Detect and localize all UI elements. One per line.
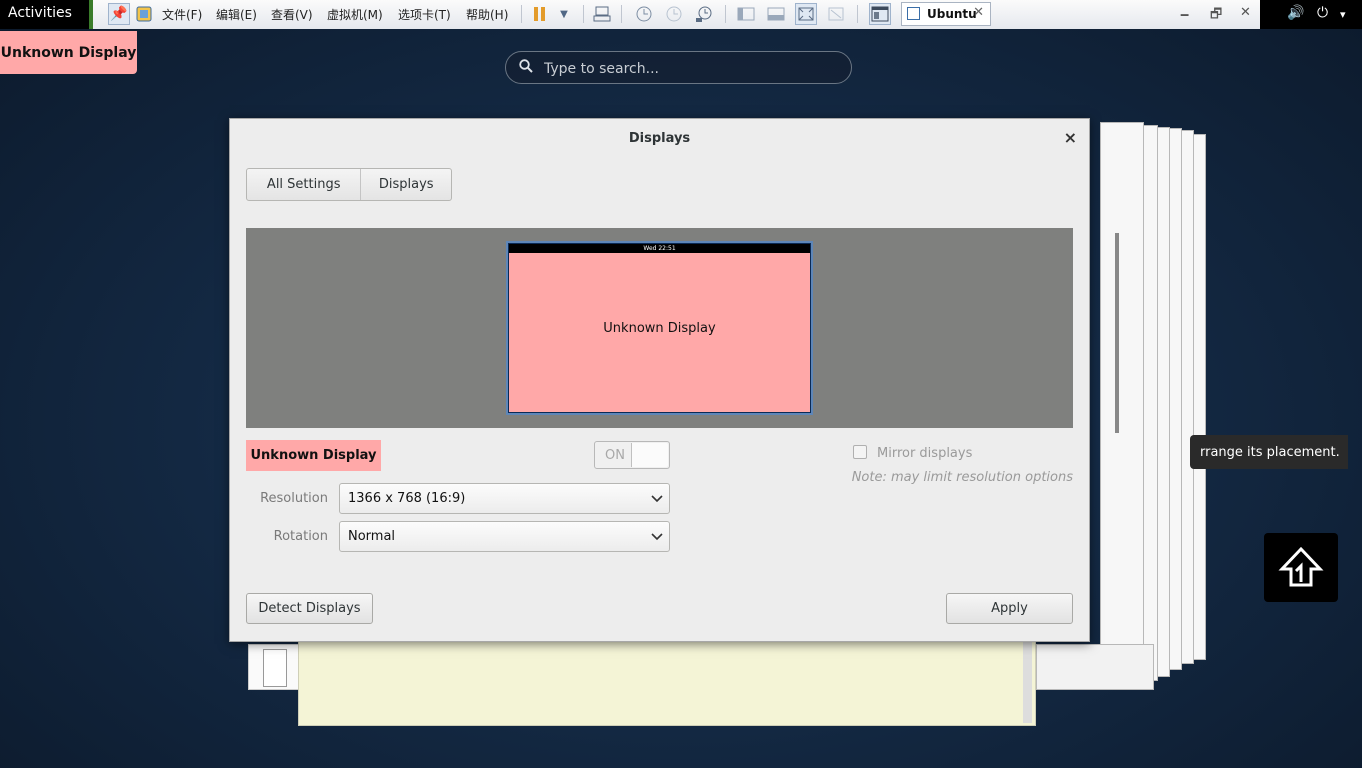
unity-mode-icon[interactable]	[825, 3, 847, 25]
toolbar-separator	[521, 5, 522, 23]
menu-vm[interactable]: 虚拟机(M)	[327, 6, 383, 23]
volume-icon[interactable]: 🔊	[1287, 5, 1304, 21]
pause-dropdown-icon[interactable]: ▼	[553, 3, 575, 25]
arrange-tooltip: rrange its placement.	[1190, 435, 1348, 469]
breadcrumb-displays[interactable]: Displays	[361, 169, 451, 200]
menu-file[interactable]: 文件(F)	[162, 6, 202, 23]
tab-ubuntu-label: Ubuntu	[927, 7, 977, 21]
pin-icon[interactable]: 📌	[108, 3, 130, 25]
rotation-value: Normal	[348, 529, 396, 544]
display-arrangement-area[interactable]: Wed 22:51 Unknown Display	[246, 228, 1073, 428]
close-icon[interactable]: ✕	[1240, 5, 1251, 20]
resolution-value: 1366 x 768 (16:9)	[348, 491, 466, 506]
display-name-label: Unknown Display	[246, 440, 381, 471]
send-keys-icon[interactable]	[591, 3, 613, 25]
power-icon[interactable]: ⏻	[1317, 5, 1328, 21]
notes-scrollbar[interactable]	[1023, 641, 1032, 723]
chevron-down-icon	[651, 495, 663, 503]
vm-logo-icon[interactable]	[133, 3, 155, 25]
tab-ubuntu[interactable]: Ubuntu ✕	[901, 2, 991, 26]
chevron-down-icon	[651, 533, 663, 541]
library-icon[interactable]	[869, 3, 891, 25]
power-menu-arrow-icon[interactable]: ▾	[1340, 8, 1346, 21]
activities-button[interactable]: Activities	[8, 5, 72, 21]
search-input[interactable]	[542, 58, 836, 80]
toolbar-separator	[583, 5, 584, 23]
detect-displays-button[interactable]: Detect Displays	[246, 593, 373, 624]
apply-button[interactable]: Apply	[946, 593, 1073, 624]
restore-icon[interactable]: 🗗	[1210, 5, 1222, 27]
top-bar: Activities 📌 文件(F) 编辑(E) 查看(V) 虚拟机(M) 选项…	[0, 0, 1362, 29]
display-on-switch[interactable]: ON	[594, 441, 670, 469]
displays-dialog: Displays × All Settings Displays Wed 22:…	[229, 118, 1090, 642]
stacked-window-small[interactable]	[248, 644, 300, 690]
breadcrumb: All Settings Displays	[246, 168, 452, 201]
menu-view[interactable]: 查看(V)	[271, 6, 313, 23]
breadcrumb-all-settings[interactable]: All Settings	[247, 169, 362, 200]
thumbnail-view-icon[interactable]	[765, 3, 787, 25]
switch-knob[interactable]	[631, 443, 668, 467]
resolution-label: Resolution	[260, 491, 328, 506]
document-icon	[263, 649, 287, 687]
scrollbar[interactable]	[1115, 233, 1119, 433]
rotation-dropdown[interactable]: Normal	[339, 521, 670, 552]
dialog-title: Displays	[628, 131, 691, 146]
mirror-displays-checkbox[interactable]	[853, 445, 867, 459]
minimize-icon[interactable]: 🗕	[1180, 5, 1189, 27]
stacked-window[interactable]	[1036, 644, 1154, 690]
switch-state-label: ON	[605, 448, 625, 463]
pause-icon[interactable]	[529, 3, 551, 25]
mirror-note: Note: may limit resolution options	[851, 470, 1073, 485]
vm-toolbar: 📌 文件(F) 编辑(E) 查看(V) 虚拟机(M) 选项卡(T) 帮助(H) …	[89, 0, 1260, 29]
mirror-displays-label[interactable]: Mirror displays	[877, 446, 972, 461]
rotation-label: Rotation	[273, 529, 328, 544]
vm-tab-icon	[907, 7, 920, 20]
snapshot-icon[interactable]	[633, 3, 655, 25]
menu-help[interactable]: 帮助(H)	[466, 6, 508, 23]
menu-tabs[interactable]: 选项卡(T)	[398, 6, 451, 23]
upload-arrow-icon[interactable]	[1264, 533, 1338, 602]
notes-window[interactable]	[298, 640, 1036, 726]
sidebar-view-icon[interactable]	[735, 3, 757, 25]
display-identifier-badge: Unknown Display	[0, 31, 137, 74]
toolbar-separator	[857, 5, 858, 23]
monitor-topbar-clock: Wed 22:51	[509, 244, 810, 253]
toolbar-separator	[725, 5, 726, 23]
search-icon	[519, 59, 533, 77]
monitor-label: Unknown Display	[603, 321, 716, 336]
monitor-preview[interactable]: Wed 22:51 Unknown Display	[506, 241, 813, 415]
search-box[interactable]	[505, 51, 852, 84]
snapshot-manager-icon[interactable]	[693, 3, 715, 25]
dialog-close-icon[interactable]: ×	[1064, 128, 1077, 147]
toolbar-separator	[621, 5, 622, 23]
tab-close-icon[interactable]: ✕	[973, 5, 984, 20]
stacked-window[interactable]	[1100, 122, 1144, 646]
menu-edit[interactable]: 编辑(E)	[216, 6, 257, 23]
resolution-dropdown[interactable]: 1366 x 768 (16:9)	[339, 483, 670, 514]
revert-snapshot-icon[interactable]	[663, 3, 685, 25]
fullscreen-icon[interactable]	[795, 3, 817, 25]
